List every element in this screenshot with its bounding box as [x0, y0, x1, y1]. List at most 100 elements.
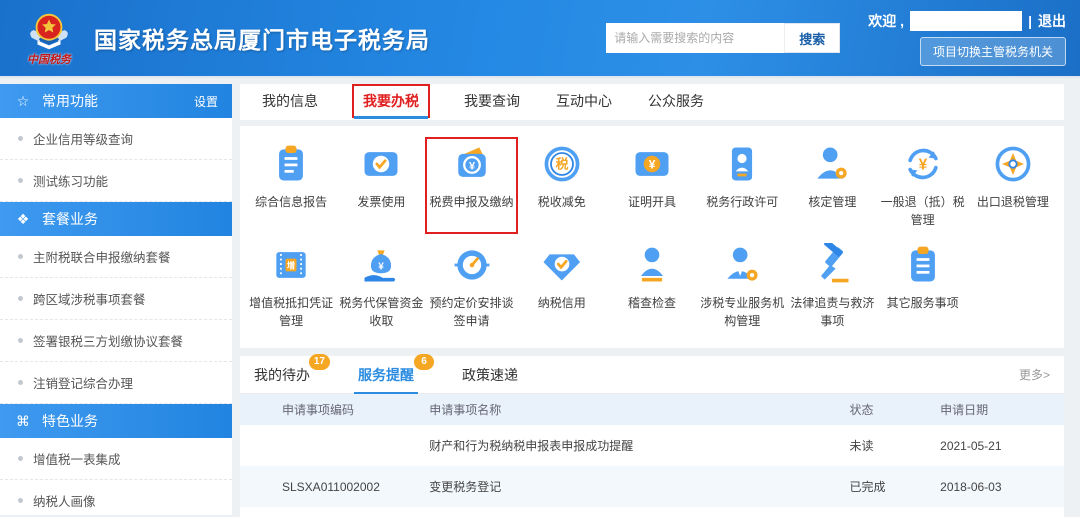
more-link[interactable]: 更多>	[1019, 366, 1050, 383]
service-item[interactable]: 纳税信用	[517, 239, 607, 334]
sidebar-item[interactable]: 签署银税三方划缴协议套餐	[0, 320, 232, 362]
bullet-icon	[18, 254, 23, 259]
nav-tab[interactable]: 我要办税	[352, 84, 430, 118]
sidebar-item[interactable]: 测试练习功能	[0, 160, 232, 202]
sidebar-item-label: 注销登记综合办理	[33, 373, 133, 392]
bullet-icon	[18, 296, 23, 301]
sidebar-section-header[interactable]: ☆常用功能设置	[0, 84, 232, 118]
sidebar-item[interactable]: 增值税一表集成	[0, 438, 232, 480]
service-item[interactable]: ¥一般退（抵）税管理	[878, 138, 968, 233]
service-item[interactable]: 其它服务事项	[878, 239, 968, 334]
table-cell: 2021-05-21	[932, 425, 1064, 466]
panel-tab[interactable]: 我的待办17	[254, 356, 310, 394]
gauge-icon	[450, 243, 494, 287]
sidebar-item[interactable]: 企业信用等级查询	[0, 118, 232, 160]
bullet-icon	[18, 498, 23, 503]
service-item-label: 稽查检查	[628, 294, 676, 312]
sidebar-item[interactable]: 纳税人画像	[0, 480, 232, 515]
sidebar-item[interactable]: 注销登记综合办理	[0, 362, 232, 404]
service-item[interactable]: ¥税务代保管资金收取	[336, 239, 426, 334]
service-item[interactable]: 稽查检查	[607, 239, 697, 334]
logout-link[interactable]: 退出	[1038, 11, 1066, 31]
table-cell: 未读	[842, 425, 933, 466]
service-item-label: 其它服务事项	[887, 294, 959, 312]
service-item[interactable]: 税务行政许可	[697, 138, 787, 233]
service-item-label: 增值税抵扣凭证管理	[248, 294, 334, 330]
switch-tax-authority-button[interactable]: 项目切换主管税务机关	[920, 37, 1066, 66]
vat-voucher-icon: 增	[269, 243, 313, 287]
table-cell: 2018-03-19	[932, 507, 1064, 517]
sidebar-section-title: 套餐业务	[42, 209, 98, 229]
bullet-icon	[18, 338, 23, 343]
table-cell	[240, 425, 421, 466]
table-row[interactable]: 财产和行为税纳税申报表申报成功提醒未读2021-05-21	[240, 425, 1064, 466]
service-item[interactable]: ¥税费申报及缴纳	[426, 138, 516, 233]
wallet-yen-icon: ¥	[450, 142, 494, 186]
person-tie-gear-icon	[720, 243, 764, 287]
badge-count: 17	[309, 354, 330, 370]
sidebar-settings-link[interactable]: 设置	[194, 93, 218, 110]
table-cell: 已完成	[842, 507, 933, 517]
sidebar-item[interactable]: 主附税联合申报缴纳套餐	[0, 236, 232, 278]
table-header-cell: 申请事项名称	[421, 394, 841, 425]
nav-tab[interactable]: 互动中心	[554, 83, 614, 120]
panel-tab[interactable]: 服务提醒6	[358, 356, 414, 394]
bureau-logo: 中国税务	[14, 9, 84, 67]
request-table: 申请事项编码申请事项名称状态申请日期 财产和行为税纳税申报表申报成功提醒未读20…	[240, 394, 1064, 517]
page-title: 国家税务总局厦门市电子税务局	[94, 21, 430, 55]
service-item-label: 证明开具	[628, 193, 676, 211]
search-input[interactable]	[606, 23, 784, 53]
grid-icon: ⌘	[14, 413, 32, 430]
nav-tab[interactable]: 我的信息	[260, 83, 320, 120]
sidebar-section-header[interactable]: ❖套餐业务	[0, 202, 232, 236]
service-item[interactable]: 法律追责与救济事项	[787, 239, 877, 334]
service-item-label: 一般退（抵）税管理	[880, 193, 966, 229]
table-cell: SLSXA071003999	[240, 507, 421, 517]
sidebar-item-label: 主附税联合申报缴纳套餐	[33, 247, 171, 266]
panel-tab[interactable]: 政策速递	[462, 356, 518, 394]
header-search: 搜索	[606, 23, 840, 53]
service-item-label: 综合信息报告	[255, 193, 327, 211]
svg-text:税: 税	[555, 157, 568, 172]
welcome-bar: 欢迎 , | 退出	[868, 11, 1066, 31]
tax-emblem-icon	[26, 9, 72, 55]
svg-text:¥: ¥	[649, 158, 656, 172]
service-item[interactable]: 核定管理	[787, 138, 877, 233]
table-header-cell: 状态	[842, 394, 933, 425]
svg-text:¥: ¥	[379, 262, 385, 273]
table-cell: SLSXA011002002	[240, 466, 421, 507]
service-item[interactable]: 税税收减免	[517, 138, 607, 233]
nav-tab[interactable]: 公众服务	[646, 83, 706, 120]
table-header-row: 申请事项编码申请事项名称状态申请日期	[240, 394, 1064, 425]
ticket-check-icon	[359, 142, 403, 186]
service-item[interactable]: 出口退税管理	[968, 138, 1058, 233]
nav-tab[interactable]: 我要查询	[462, 83, 522, 120]
table-row[interactable]: SLSXA071003999undefined已完成2018-03-19	[240, 507, 1064, 517]
search-button[interactable]: 搜索	[784, 23, 840, 53]
gavel-icon	[810, 243, 854, 287]
service-item-label: 预约定价安排谈签申请	[428, 294, 514, 330]
bullet-icon	[18, 178, 23, 183]
bullet-icon	[18, 456, 23, 461]
service-item[interactable]: ¥ 证明开具	[607, 138, 697, 233]
service-item-label: 税务行政许可	[706, 193, 778, 211]
service-item-label: 税收减免	[538, 193, 586, 211]
bullet-icon	[18, 380, 23, 385]
tax-seal-icon: 税	[540, 142, 584, 186]
service-item[interactable]: 增增值税抵扣凭证管理	[246, 239, 336, 334]
sidebar-item[interactable]: 跨区域涉税事项套餐	[0, 278, 232, 320]
table-cell: 已完成	[842, 466, 933, 507]
service-item-label: 涉税专业服务机构管理	[699, 294, 785, 330]
service-item[interactable]: 发票使用	[336, 138, 426, 233]
table-cell: undefined	[421, 507, 841, 517]
service-item[interactable]: 预约定价安排谈签申请	[426, 239, 516, 334]
service-item[interactable]: 综合信息报告	[246, 138, 336, 233]
table-cell: 变更税务登记	[421, 466, 841, 507]
sidebar-section-header[interactable]: ⌘特色业务	[0, 404, 232, 438]
sidebar-item-label: 签署银税三方划缴协议套餐	[33, 331, 183, 350]
service-grid: 综合信息报告发票使用¥税费申报及缴纳税税收减免¥证明开具税务行政许可核定管理¥一…	[240, 126, 1064, 348]
moneybag-hand-icon: ¥	[359, 243, 403, 287]
table-row[interactable]: SLSXA011002002变更税务登记已完成2018-06-03	[240, 466, 1064, 507]
service-item[interactable]: 涉税专业服务机构管理	[697, 239, 787, 334]
clipboard-icon	[269, 142, 313, 186]
